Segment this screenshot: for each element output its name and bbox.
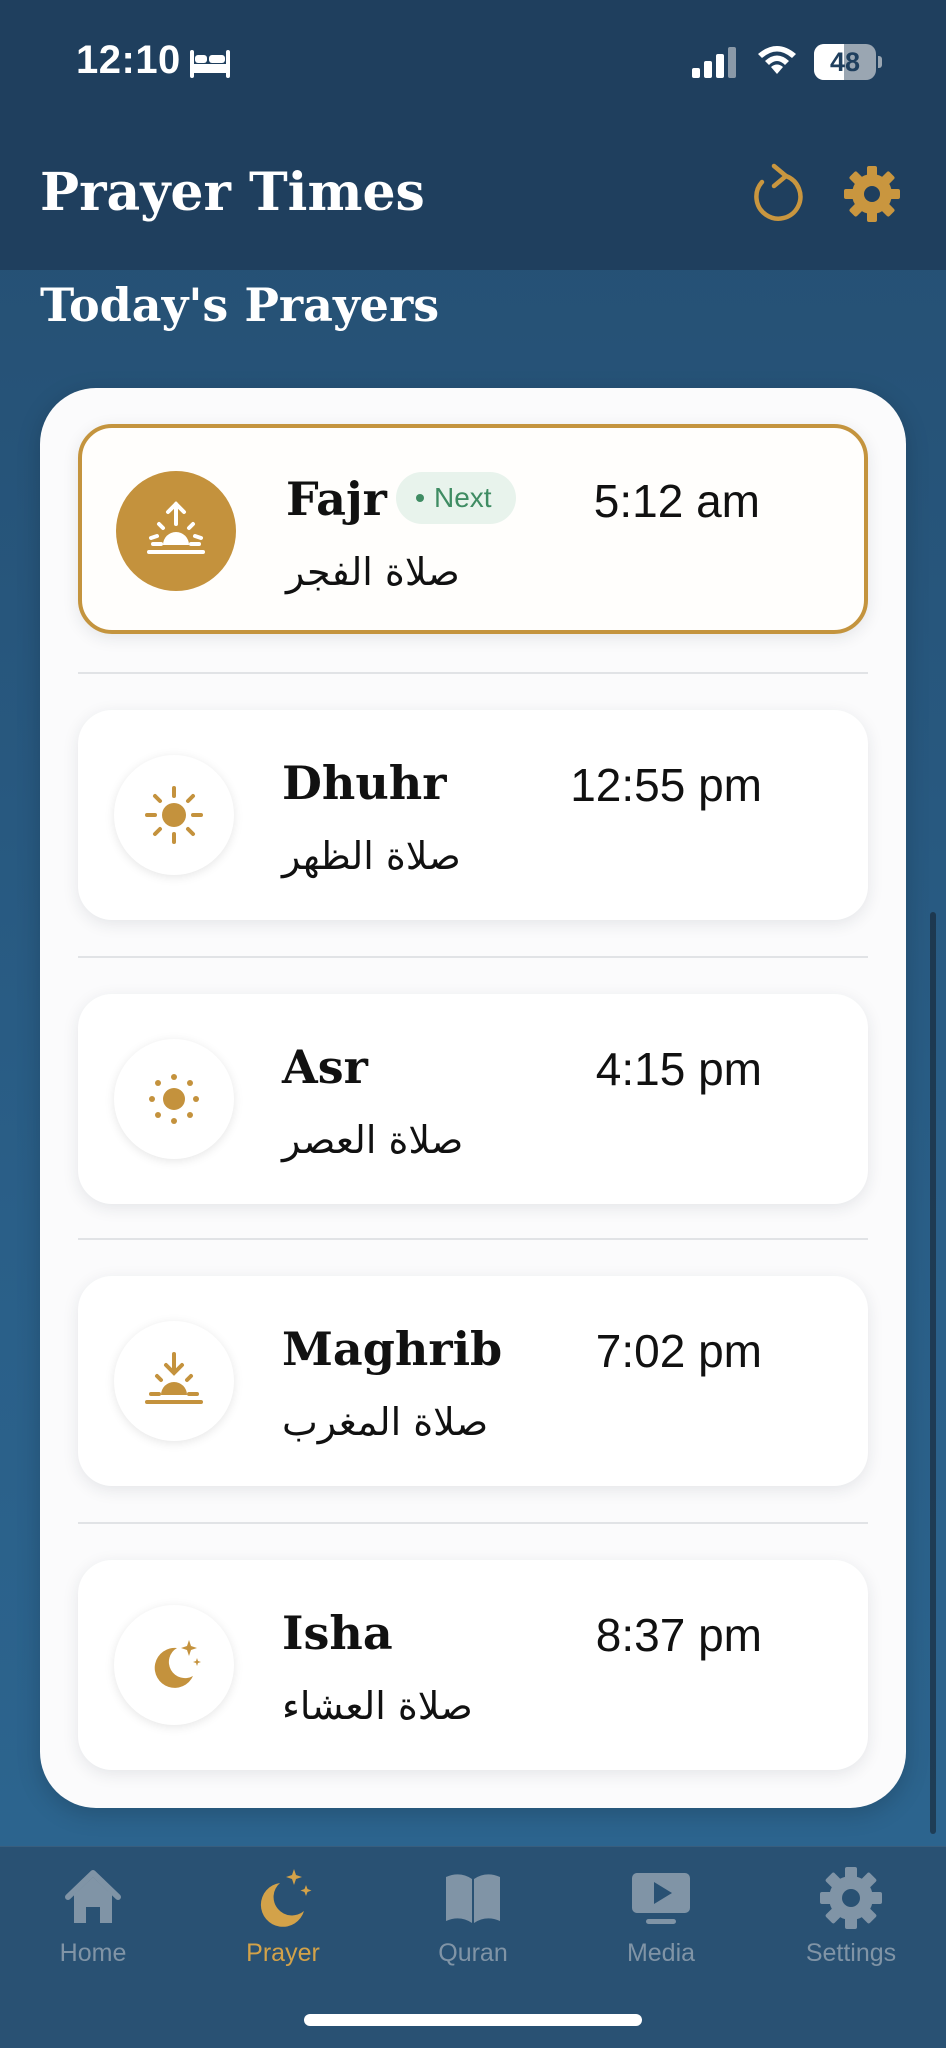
refresh-button[interactable] [748, 162, 804, 224]
moon-stars-icon [260, 1869, 312, 1927]
prayer-arabic-name: صلاة العشاء [282, 1684, 473, 1728]
battery-level: 48 [829, 47, 861, 77]
prayer-card-fajr[interactable]: Fajr Next 5:12 am صلاة الفجر [78, 424, 868, 634]
tab-label: Media [626, 1939, 696, 1967]
wifi-icon [758, 46, 796, 74]
sun-small-icon [114, 1039, 234, 1159]
status-dot [416, 494, 424, 502]
home-indicator[interactable] [304, 2014, 642, 2026]
prayer-name: Fajr [286, 472, 387, 526]
prayer-name: Maghrib [282, 1322, 503, 1376]
battery-icon: 48 [814, 44, 882, 80]
app-header: Prayer Times [0, 130, 946, 270]
divider [78, 1522, 868, 1524]
next-badge: Next [396, 472, 516, 524]
settings-button[interactable] [842, 164, 902, 224]
prayer-arabic-name: صلاة العصر [282, 1118, 464, 1162]
tab-label: Home [59, 1939, 127, 1967]
bed-icon [190, 50, 230, 78]
prayer-time: 12:55 pm [570, 759, 762, 811]
prayers-panel: Fajr Next 5:12 am صلاة الفجر Dhuhr 12:55… [40, 388, 906, 1808]
tab-quran[interactable]: Quran [388, 1865, 558, 1985]
prayer-arabic-name: صلاة الفجر [286, 550, 460, 594]
signal-icon [692, 47, 736, 78]
prayer-time: 8:37 pm [595, 1609, 762, 1661]
next-badge-label: Next [434, 482, 492, 513]
prayer-name: Isha [282, 1606, 393, 1660]
divider [78, 956, 868, 958]
gear-icon [820, 1867, 882, 1929]
tab-label: Quran [438, 1939, 508, 1967]
divider [78, 672, 868, 674]
tab-settings[interactable]: Settings [766, 1865, 936, 1985]
tab-label: Settings [805, 1939, 897, 1967]
home-icon [65, 1870, 121, 1923]
tab-home[interactable]: Home [8, 1865, 178, 1985]
section-title: Today's Prayers [40, 278, 440, 332]
page-title: Prayer Times [40, 162, 425, 223]
play-icon [632, 1873, 690, 1924]
tab-media[interactable]: Media [576, 1865, 746, 1985]
tab-prayer[interactable]: Prayer [198, 1865, 368, 1985]
prayer-arabic-name: صلاة المغرب [282, 1400, 489, 1444]
prayer-arabic-name: صلاة الظهر [282, 834, 461, 878]
sunset-icon [114, 1321, 234, 1441]
prayer-time: 5:12 am [593, 475, 760, 527]
prayer-time: 7:02 pm [595, 1325, 762, 1377]
sunrise-icon [116, 471, 236, 591]
status-bar: 12:10 48 [0, 0, 946, 130]
prayer-card-maghrib[interactable]: Maghrib 7:02 pm صلاة المغرب [78, 1276, 868, 1486]
prayer-card-asr[interactable]: Asr 4:15 pm صلاة العصر [78, 994, 868, 1204]
book-icon [446, 1874, 500, 1923]
status-time: 12:10 [76, 38, 181, 82]
prayer-time: 4:15 pm [595, 1043, 762, 1095]
divider [78, 1238, 868, 1240]
prayer-name: Asr [282, 1040, 368, 1094]
tab-label: Prayer [246, 1939, 320, 1967]
moon-stars-icon [114, 1605, 234, 1725]
sun-icon [114, 755, 234, 875]
prayer-card-dhuhr[interactable]: Dhuhr 12:55 pm صلاة الظهر [78, 710, 868, 920]
scrollbar[interactable] [930, 912, 936, 1834]
gear-icon [844, 166, 900, 222]
prayer-name: Dhuhr [282, 756, 447, 810]
prayer-card-isha[interactable]: Isha 8:37 pm صلاة العشاء [78, 1560, 868, 1770]
refresh-icon [754, 163, 803, 221]
